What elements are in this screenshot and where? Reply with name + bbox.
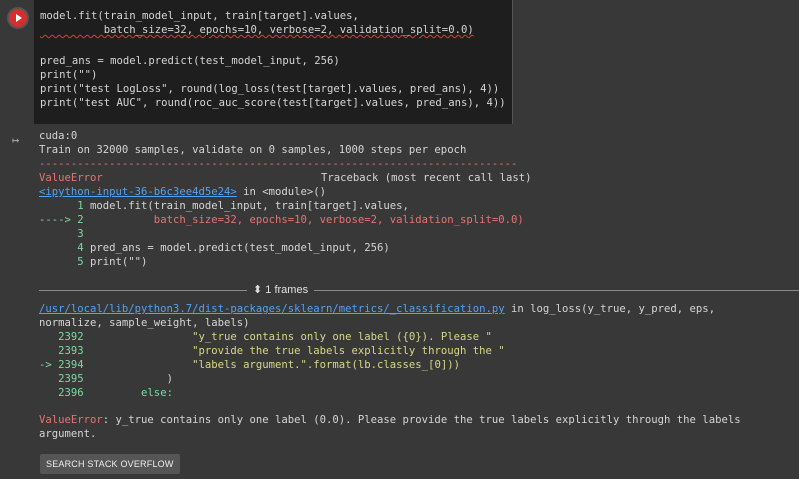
tb-line-number: 4: [39, 242, 91, 254]
tb-line-number: 3: [39, 228, 91, 240]
expand-icon: ⬍: [253, 284, 266, 296]
code-line-5: print(""): [40, 69, 98, 81]
library-location: /usr/local/lib/python3.7/dist-packages/s…: [39, 302, 715, 316]
lib-line-number: 2393: [39, 345, 91, 357]
frames-divider: [39, 290, 799, 291]
library-file-link[interactable]: /usr/local/lib/python3.7/dist-packages/s…: [39, 303, 505, 315]
lib-line-4: 2395 ): [39, 372, 173, 386]
lib-line-code: else:: [90, 387, 173, 399]
code-line-7: print("test AUC", round(roc_auc_score(te…: [40, 97, 506, 109]
ipython-input-link[interactable]: <ipython-input-36-b6c3ee4d5e24>: [39, 186, 237, 198]
device-text: cuda:0: [39, 130, 78, 142]
code-line-2: batch_size=32, epochs=10, verbose=2, val…: [40, 24, 474, 36]
traceback-location: <ipython-input-36-b6c3ee4d5e24> in <modu…: [39, 185, 326, 199]
search-stack-overflow-button[interactable]: SEARCH STACK OVERFLOW: [40, 454, 180, 474]
lib-line-code: "labels argument.".format(lb.classes_[0]…: [90, 359, 460, 371]
dash-separator: ----------------------------------------…: [39, 158, 518, 170]
lib-line-2: 2393 "provide the true labels explicitly…: [39, 344, 505, 358]
code-cell[interactable]: model.fit(train_model_input, train[targe…: [0, 0, 799, 124]
lib-line-5: 2396 else:: [39, 386, 173, 400]
code-line-1: model.fit(train_model_input, train[targe…: [40, 10, 359, 22]
output-icon[interactable]: ↦: [12, 133, 19, 147]
run-cell-button[interactable]: [9, 9, 27, 27]
frames-count: 1 frames: [265, 284, 309, 296]
final-error-message: : y_true contains only one label (0.0). …: [102, 414, 741, 426]
lib-line-number: 2396: [39, 387, 91, 399]
frames-toggle[interactable]: ⬍ 1 frames: [39, 283, 799, 297]
tb-line-5: 5 print(""): [39, 255, 147, 269]
tb-line-code: model.fit(train_model_input, train[targe…: [90, 200, 409, 212]
tb-line-4: 4 pred_ans = model.predict(test_model_in…: [39, 241, 390, 255]
train-info-text: Train on 32000 samples, validate on 0 sa…: [39, 144, 467, 156]
tb-line-1: 1 model.fit(train_model_input, train[tar…: [39, 199, 409, 213]
error-name: ValueError: [39, 172, 103, 184]
tb-line-3: 3: [39, 227, 90, 241]
final-error-cont: argument.: [39, 428, 97, 440]
lib-line-code: "y_true contains only one label ({0}). P…: [90, 331, 492, 343]
traceback-header: Traceback (most recent call last): [321, 172, 532, 184]
final-error: ValueError: y_true contains only one lab…: [39, 413, 741, 427]
tb-line-2: ----> 2 batch_size=32, epochs=10, verbos…: [39, 213, 524, 227]
lib-line-number: 2392: [39, 331, 91, 343]
lib-line-code: "provide the true labels explicitly thro…: [90, 345, 505, 357]
tb-line-code: batch_size=32, epochs=10, verbose=2, val…: [90, 214, 524, 226]
lib-line-code: ): [90, 373, 173, 385]
lib-line-1: 2392 "y_true contains only one label ({0…: [39, 330, 492, 344]
tb-line-code: print(""): [90, 256, 148, 268]
lib-line-number: 2395: [39, 373, 91, 385]
code-line-4: pred_ans = model.predict(test_model_inpu…: [40, 55, 340, 67]
code-line-6: print("test LogLoss", round(log_loss(tes…: [40, 83, 500, 95]
final-error-name: ValueError: [39, 414, 103, 426]
tb-line-number: 1: [39, 200, 91, 212]
library-in-text: in log_loss(y_true, y_pred, eps,: [504, 303, 716, 315]
lib-line-number: -> 2394: [39, 359, 91, 371]
lib-line-3: -> 2394 "labels argument.".format(lb.cla…: [39, 358, 460, 372]
library-location-cont: normalize, sample_weight, labels): [39, 317, 250, 329]
tb-line-number: 5: [39, 256, 91, 268]
tb-line-number: ----> 2: [39, 214, 91, 226]
in-module-text: in <module>(): [236, 186, 327, 198]
tb-line-code: pred_ans = model.predict(test_model_inpu…: [90, 242, 390, 254]
frames-label[interactable]: ⬍ 1 frames: [247, 283, 315, 297]
